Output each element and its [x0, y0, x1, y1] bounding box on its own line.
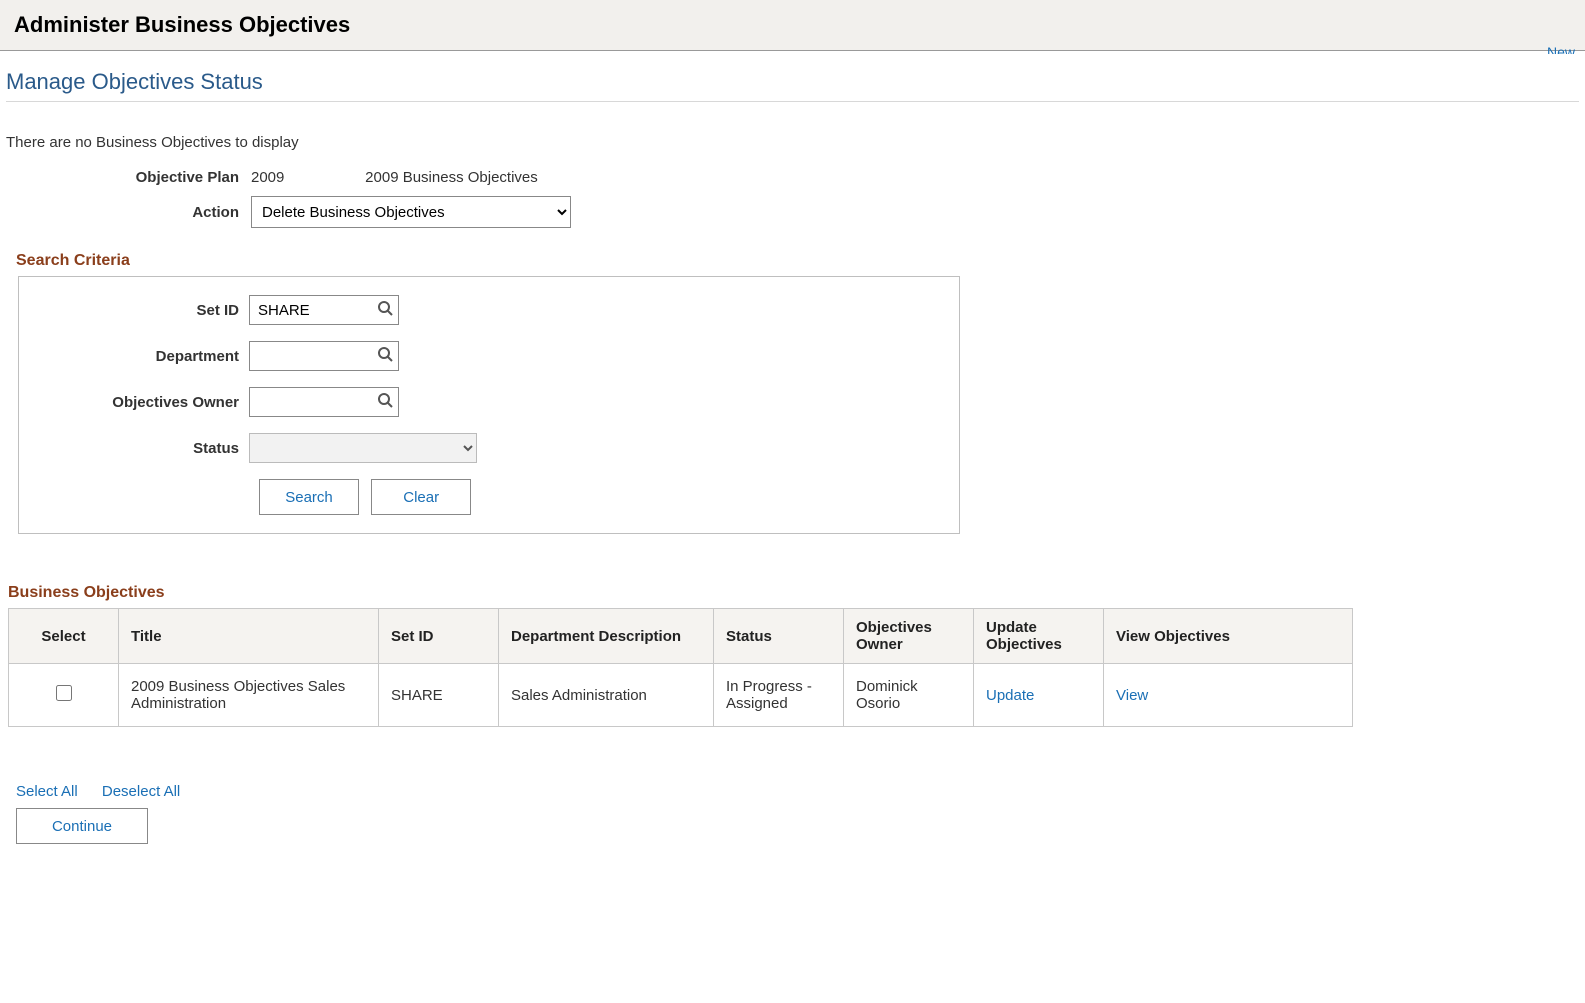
page-subtitle: Manage Objectives Status	[6, 51, 1579, 102]
search-criteria-heading: Search Criteria	[16, 252, 1579, 270]
page-header: Administer Business Objectives	[0, 0, 1585, 51]
row-owner: Dominick Osorio	[844, 664, 974, 727]
row-setid: SHARE	[379, 664, 499, 727]
col-owner: Objectives Owner	[844, 609, 974, 664]
department-label: Department	[31, 348, 249, 365]
action-row: Action Delete Business Objectives	[6, 196, 1579, 228]
action-label: Action	[6, 204, 251, 221]
action-select[interactable]: Delete Business Objectives	[251, 196, 571, 228]
objective-plan-year: 2009	[251, 169, 361, 186]
department-input[interactable]	[249, 341, 399, 371]
owner-input[interactable]	[249, 387, 399, 417]
update-link[interactable]: Update	[986, 687, 1034, 704]
col-select: Select	[9, 609, 119, 664]
col-view: View Objectives	[1104, 609, 1353, 664]
setid-label: Set ID	[31, 302, 249, 319]
results-table: Select Title Set ID Department Descripti…	[8, 608, 1353, 727]
row-title: 2009 Business Objectives Sales Administr…	[119, 664, 379, 727]
col-update: Update Objectives	[974, 609, 1104, 664]
select-all-link[interactable]: Select All	[16, 783, 78, 800]
col-title: Title	[119, 609, 379, 664]
info-message: There are no Business Objectives to disp…	[6, 132, 1579, 169]
search-criteria-box: Set ID Department Objectives Owner	[18, 276, 960, 534]
objective-plan-name: 2009 Business Objectives	[365, 169, 538, 186]
col-setid: Set ID	[379, 609, 499, 664]
new-link[interactable]: New	[1547, 44, 1575, 54]
business-objectives-heading: Business Objectives	[8, 584, 1579, 602]
row-dept: Sales Administration	[499, 664, 714, 727]
col-status: Status	[714, 609, 844, 664]
setid-input[interactable]	[249, 295, 399, 325]
objective-plan-label: Objective Plan	[6, 169, 251, 186]
row-select-checkbox[interactable]	[56, 685, 72, 701]
search-button[interactable]: Search	[259, 479, 359, 515]
row-status: In Progress - Assigned	[714, 664, 844, 727]
status-label: Status	[31, 440, 249, 457]
continue-button[interactable]: Continue	[16, 808, 148, 844]
clear-button[interactable]: Clear	[371, 479, 471, 515]
table-header-row: Select Title Set ID Department Descripti…	[9, 609, 1353, 664]
view-link[interactable]: View	[1116, 687, 1148, 704]
objective-plan-row: Objective Plan 2009 2009 Business Object…	[6, 169, 1579, 186]
deselect-all-link[interactable]: Deselect All	[102, 783, 180, 800]
table-row: 2009 Business Objectives Sales Administr…	[9, 664, 1353, 727]
owner-label: Objectives Owner	[31, 394, 249, 411]
col-dept: Department Description	[499, 609, 714, 664]
page-title: Administer Business Objectives	[14, 12, 1571, 38]
status-select[interactable]	[249, 433, 477, 463]
